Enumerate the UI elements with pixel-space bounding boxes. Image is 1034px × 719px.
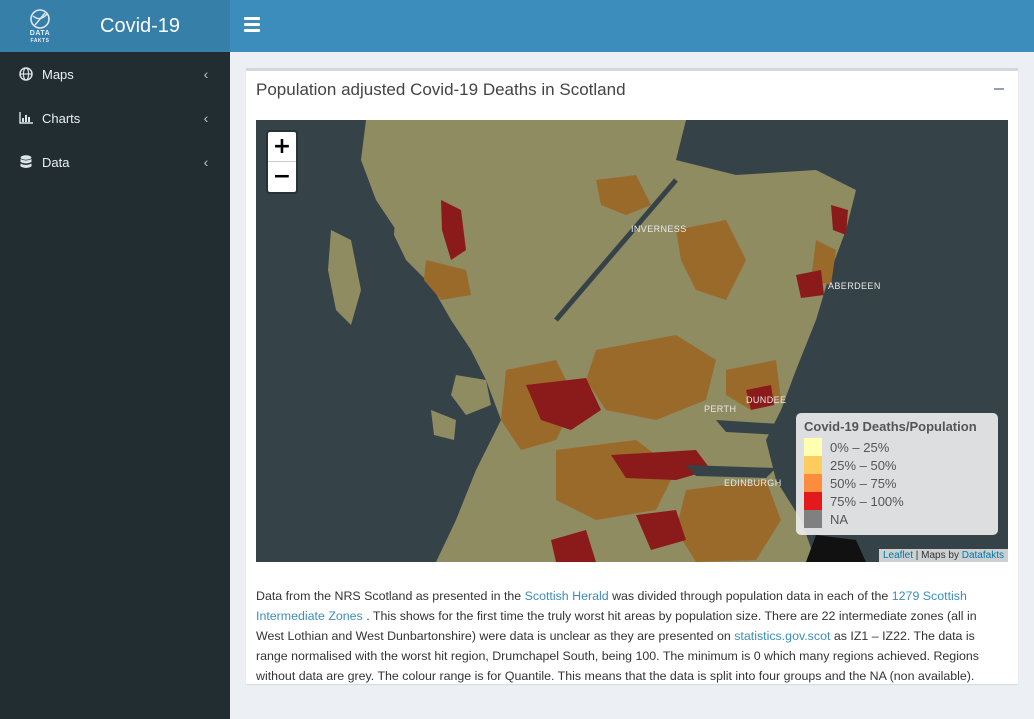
- legend-swatch: [804, 456, 822, 474]
- city-label-edinburgh: EDINBURGH: [724, 478, 782, 488]
- legend-swatch: [804, 438, 822, 456]
- globe-icon: [18, 66, 34, 82]
- legend-swatch: [804, 492, 822, 510]
- sidebar-item-label: Maps: [42, 66, 74, 82]
- city-label-perth: PERTH: [704, 404, 737, 414]
- logo-area: DATA FAKTS Covid-19: [0, 0, 230, 52]
- legend-label: 50% – 75%: [830, 475, 897, 491]
- scottish-herald-link[interactable]: Scottish Herald: [525, 589, 609, 603]
- legend-label: 0% – 25%: [830, 439, 890, 455]
- zoom-out-button[interactable]: −: [268, 162, 296, 192]
- legend-label: 75% – 100%: [830, 493, 904, 509]
- leaflet-link[interactable]: Leaflet: [883, 550, 913, 561]
- logo-text-1: DATA: [29, 30, 51, 37]
- desc-text-2: was divided through population data in e…: [608, 589, 892, 603]
- database-icon: [18, 154, 34, 170]
- sidebar-item-label: Charts: [42, 110, 81, 126]
- sidebar-item-data[interactable]: Data ‹: [0, 140, 230, 184]
- chevron-left-icon: ‹: [203, 110, 209, 126]
- legend-swatch: [804, 510, 822, 528]
- city-label-aberdeen: ABERDEEN: [828, 281, 881, 291]
- legend-swatch: [804, 474, 822, 492]
- top-navbar: [230, 0, 1034, 52]
- map-legend: Covid-19 Deaths/Population 0% – 25% 25% …: [796, 413, 998, 535]
- city-label-inverness: INVERNESS: [631, 224, 687, 234]
- sidebar-toggle-icon[interactable]: [244, 17, 260, 33]
- sidebar-item-label: Data: [42, 154, 70, 170]
- legend-title: Covid-19 Deaths/Population: [804, 419, 977, 434]
- legend-label: 25% – 50%: [830, 457, 897, 473]
- collapse-button[interactable]: [994, 88, 1004, 90]
- bar-chart-icon: [18, 110, 34, 126]
- map-attribution: Leaflet | Maps by Datafakts: [878, 549, 1008, 562]
- statistics-gov-scot-link[interactable]: statistics.gov.scot: [734, 629, 830, 643]
- app-title: Covid-19: [100, 14, 181, 37]
- chevron-left-icon: ‹: [203, 66, 209, 82]
- box-title: Population adjusted Covid-19 Deaths in S…: [256, 80, 626, 99]
- sidebar-item-maps[interactable]: Maps ‹: [0, 52, 230, 96]
- sidebar-item-charts[interactable]: Charts ‹: [0, 96, 230, 140]
- legend-item: NA: [804, 510, 990, 528]
- legend-label: NA: [830, 511, 849, 527]
- leaflet-map[interactable]: + − INVERNESS ABERDEEN DUNDEE PERTH EDIN…: [256, 120, 1008, 562]
- logo-globe-icon: [30, 9, 50, 29]
- map-box: Population adjusted Covid-19 Deaths in S…: [246, 68, 1018, 684]
- main-content: Population adjusted Covid-19 Deaths in S…: [230, 52, 1034, 719]
- legend-item: 50% – 75%: [804, 474, 990, 492]
- legend-item: 25% – 50%: [804, 456, 990, 474]
- attribution-text: | Maps by: [913, 550, 962, 561]
- legend-item: 0% – 25%: [804, 438, 990, 456]
- city-label-dundee: DUNDEE: [746, 395, 787, 405]
- sidebar: Maps ‹ Charts ‹ Data ‹: [0, 52, 230, 719]
- zoom-control: + −: [266, 130, 298, 194]
- legend-item: 75% – 100%: [804, 492, 990, 510]
- datafakts-logo[interactable]: DATA FAKTS: [12, 0, 68, 52]
- zoom-in-button[interactable]: +: [268, 132, 296, 162]
- chevron-left-icon: ‹: [203, 154, 209, 170]
- datafakts-link[interactable]: Datafakts: [962, 550, 1004, 561]
- box-header: Population adjusted Covid-19 Deaths in S…: [246, 71, 1018, 109]
- logo-text-2: FAKTS: [30, 38, 50, 44]
- desc-text-1: Data from the NRS Scotland as presented …: [256, 589, 525, 603]
- description-text: Data from the NRS Scotland as presented …: [256, 586, 1008, 686]
